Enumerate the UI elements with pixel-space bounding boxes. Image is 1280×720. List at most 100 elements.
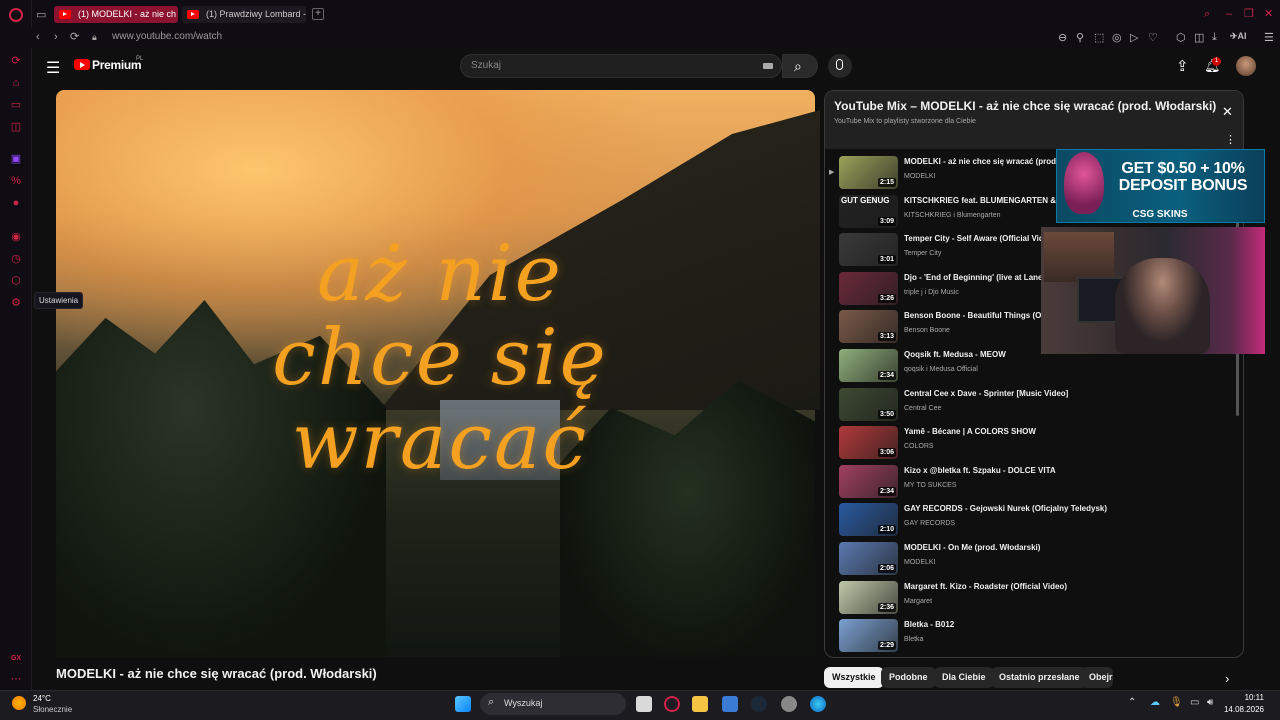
- playlist-item-title[interactable]: Margaret ft. Kizo - Roadster (Official V…: [904, 582, 1224, 591]
- close-playlist-button[interactable]: ✕: [1222, 104, 1233, 120]
- onedrive-icon[interactable]: ☁: [1150, 697, 1160, 708]
- youtube-premium-logo[interactable]: Premium: [92, 58, 142, 72]
- playlist-item[interactable]: 2:10 GAY RECORDS - Gejowski Nurek (Oficja…: [830, 503, 1230, 541]
- video-thumbnail[interactable]: 2:06: [839, 542, 898, 575]
- weather-desc[interactable]: Słonecznie: [33, 705, 72, 714]
- messenger-icon[interactable]: ◫: [9, 120, 23, 134]
- clock-icon[interactable]: ◷: [9, 252, 23, 266]
- opera-logo-icon[interactable]: [9, 8, 23, 22]
- easy-setup-icon[interactable]: ◫: [1194, 31, 1204, 44]
- percent-icon[interactable]: %: [9, 174, 23, 188]
- playlist-item-title[interactable]: MODELKI - On Me (prod. Włodarski): [904, 543, 1224, 552]
- extensions-icon[interactable]: ⬡: [1176, 31, 1186, 44]
- back-icon[interactable]: ‹: [36, 31, 40, 43]
- tab-list-icon[interactable]: ▭: [36, 9, 46, 21]
- more-icon[interactable]: ⋯: [9, 672, 23, 686]
- opera-gx-icon[interactable]: [664, 696, 680, 712]
- search-input[interactable]: Szukaj: [460, 54, 782, 78]
- menu-icon[interactable]: ☰: [1264, 31, 1274, 44]
- search-icon[interactable]: ⌕: [1204, 8, 1210, 20]
- close-window-button[interactable]: ✕: [1264, 8, 1273, 20]
- playlist-item[interactable]: 2:36 Margaret ft. Kizo - Roadster (Offici…: [830, 580, 1230, 619]
- playlist-item[interactable]: 2:06 MODELKI - On Me (prod. Włodarski) MOD…: [830, 542, 1230, 580]
- pin-icon[interactable]: ⚲: [1076, 31, 1084, 44]
- url-field[interactable]: www.youtube.com/watch: [112, 31, 222, 42]
- weather-sun-icon[interactable]: [12, 696, 26, 710]
- tray-expand-icon[interactable]: ⌃: [1128, 697, 1136, 708]
- chat-icon[interactable]: ▭: [9, 98, 23, 112]
- playlist-item[interactable]: 2:34 Qoqsik ft. Medusa - MEOW qoqsik i Med…: [830, 349, 1230, 387]
- video-thumbnail[interactable]: 2:36: [839, 580, 898, 614]
- badge-icon[interactable]: ●: [9, 196, 23, 210]
- chip-all[interactable]: Wszystkie: [824, 667, 884, 688]
- voice-search-button[interactable]: [828, 54, 852, 78]
- playlist-title[interactable]: YouTube Mix – MODELKI - aż nie chce się …: [834, 99, 1216, 113]
- video-thumbnail[interactable]: 3:26: [839, 271, 898, 305]
- taskbar-search[interactable]: ⌕ Wyszukaj: [480, 693, 626, 715]
- chip-similar[interactable]: Podobne: [881, 667, 936, 688]
- discord-icon[interactable]: [781, 696, 797, 712]
- clock-date[interactable]: 14.08.2026: [1218, 705, 1264, 714]
- download-icon[interactable]: ⤓: [1212, 31, 1217, 44]
- windows-start-icon[interactable]: [455, 696, 471, 712]
- zoom-icon[interactable]: ⊖: [1058, 31, 1067, 44]
- reload-icon[interactable]: ⟳: [70, 31, 79, 43]
- video-thumbnail[interactable]: 2:29: [839, 619, 898, 653]
- twitch-icon[interactable]: ▣: [9, 152, 23, 166]
- settings-icon[interactable]: ⚙: [9, 296, 23, 310]
- playlist-item-title[interactable]: Bletka - B012: [904, 620, 1224, 629]
- video-thumbnail[interactable]: 2:34: [839, 349, 898, 382]
- playlist-item-title[interactable]: Central Cee x Dave - Sprinter [Music Vid…: [904, 389, 1224, 398]
- volume-icon[interactable]: 🔊︎: [1207, 697, 1213, 708]
- video-thumbnail[interactable]: 3:06: [839, 426, 898, 460]
- tab-modelki[interactable]: (1) MODELKI - aż nie ch: [54, 6, 178, 23]
- chip-watched[interactable]: Obejrz: [1081, 667, 1113, 688]
- maximize-button[interactable]: ❐: [1244, 8, 1254, 20]
- hamburger-menu-icon[interactable]: ☰: [46, 58, 60, 78]
- youtube-logo-icon[interactable]: [74, 59, 90, 70]
- refresh-icon[interactable]: ⟳: [9, 54, 23, 68]
- upload-icon[interactable]: ⇪: [1176, 57, 1189, 75]
- new-tab-button[interactable]: +: [312, 8, 324, 20]
- chip-recently-uploaded[interactable]: Ostatnio przesłane: [991, 667, 1088, 688]
- task-view-icon[interactable]: [636, 696, 652, 712]
- network-icon[interactable]: ▭: [1190, 697, 1199, 708]
- playlist-item-title[interactable]: Kizo x @bletka ft. Szpaku - DOLCE VITA: [904, 466, 1224, 475]
- video-thumbnail[interactable]: 2:10: [839, 503, 898, 537]
- camera-icon[interactable]: ◎: [1112, 31, 1122, 44]
- video-thumbnail[interactable]: 3:50: [839, 387, 898, 421]
- video-thumbnail[interactable]: 2:34: [839, 464, 898, 498]
- play-circle-icon[interactable]: ◉: [9, 230, 23, 244]
- forward-icon[interactable]: ›: [54, 31, 58, 43]
- video-thumbnail[interactable]: GUT GENUG 3:09: [839, 194, 898, 228]
- video-thumbnail[interactable]: 3:13: [839, 310, 898, 344]
- steam-icon[interactable]: [751, 696, 767, 712]
- heart-icon[interactable]: ♡: [1148, 31, 1158, 44]
- playlist-item-title[interactable]: GAY RECORDS - Gejowski Nurek (Oficjalny …: [904, 504, 1224, 513]
- edge-icon[interactable]: [810, 696, 826, 712]
- keyboard-icon[interactable]: [763, 63, 773, 69]
- weather-temp[interactable]: 24°C: [33, 694, 51, 703]
- store-icon[interactable]: [722, 696, 738, 712]
- search-button[interactable]: ⌕: [782, 54, 818, 78]
- tab-lombard[interactable]: (1) Prawdziwy Lombard - O: [182, 6, 306, 23]
- playlist-item[interactable]: 2:29 Bletka - B012 Bletka: [830, 619, 1230, 657]
- minimize-button[interactable]: –: [1226, 8, 1232, 20]
- playlist-item[interactable]: 2:34 Kizo x @bletka ft. Szpaku - DOLCE VI…: [830, 464, 1230, 503]
- clock-time[interactable]: 10:11: [1230, 693, 1264, 702]
- mic-tray-icon[interactable]: 🎙︎: [1170, 697, 1183, 708]
- chip-for-you[interactable]: Dla Ciebie: [934, 667, 994, 688]
- play-icon[interactable]: ▷: [1130, 31, 1138, 44]
- video-thumbnail[interactable]: 2:15: [839, 156, 898, 189]
- bag-icon[interactable]: ⌂: [9, 76, 23, 90]
- screenshot-icon[interactable]: ⬚: [1094, 31, 1104, 44]
- playlist-item[interactable]: 3:50 Central Cee x Dave - Sprinter [Music…: [830, 387, 1230, 426]
- playlist-item-title[interactable]: Yamê - Bécane | A COLORS SHOW: [904, 427, 1224, 436]
- avatar[interactable]: [1236, 56, 1256, 76]
- aria-ai-button[interactable]: ✈AI: [1230, 31, 1247, 42]
- playlist-more-icon[interactable]: ⋮: [1225, 133, 1236, 146]
- chips-next-icon[interactable]: ›: [1225, 671, 1229, 686]
- video-thumbnail[interactable]: 3:01: [839, 233, 898, 267]
- cube-icon[interactable]: ⬡: [9, 274, 23, 288]
- gx-label[interactable]: GX: [9, 652, 23, 666]
